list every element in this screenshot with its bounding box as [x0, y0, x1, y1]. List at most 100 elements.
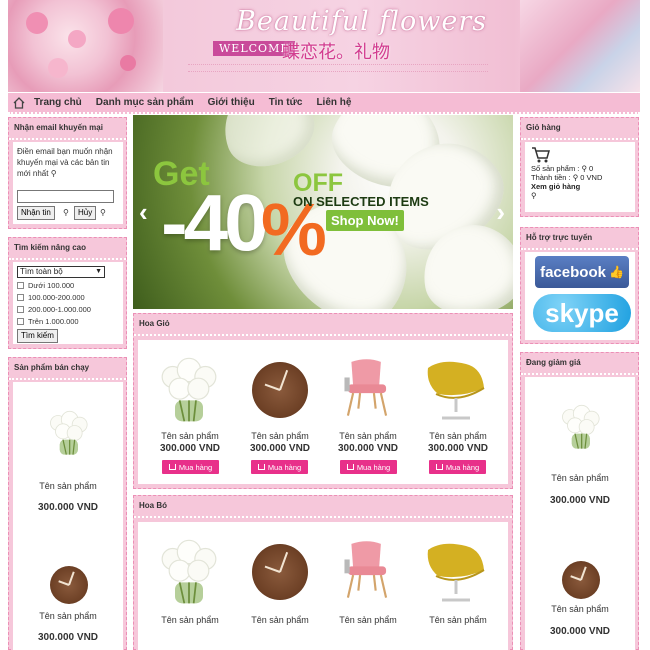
product-name[interactable]: Tên sản phẩm: [416, 615, 500, 625]
shop-now-button[interactable]: Shop Now!: [326, 210, 404, 231]
skype-button[interactable]: skype: [533, 294, 631, 332]
skype-label: skype: [545, 297, 619, 328]
nav-item-news[interactable]: Tin tức: [269, 97, 303, 108]
product-price: 300.000 VND: [249, 443, 311, 454]
support-body: facebook 👍 skype: [525, 252, 635, 340]
checkbox[interactable]: [17, 318, 24, 325]
newsletter-body: Điền email bạn muốn nhận khuyến mại và c…: [13, 142, 123, 224]
cart-total-label: Thành tiền :: [531, 173, 573, 182]
thumbs-up-icon: 👍: [608, 265, 624, 279]
product-name[interactable]: Tên sản phẩm: [416, 431, 500, 441]
newsletter-title: Nhận email khuyến mại: [9, 118, 126, 140]
buy-button[interactable]: Mua hàng: [340, 460, 397, 474]
pin-icon: ⚲: [50, 169, 57, 178]
bestsellers-title: Sản phẩm bán chạy: [9, 358, 126, 380]
cart-body: Số sản phẩm : ⚲ 0 Thành tiền : ⚲ 0 VND X…: [525, 142, 635, 212]
product-name[interactable]: Tên sản phẩm: [238, 615, 322, 625]
teacup-image: [8, 0, 163, 92]
subscribe-button[interactable]: Nhận tin: [17, 206, 55, 220]
checkbox[interactable]: [17, 282, 24, 289]
promo-selected-items: ON SELECTED ITEMS: [293, 194, 429, 209]
shopping-bag-icon: [435, 464, 443, 470]
product-image-flowers[interactable]: [154, 538, 224, 608]
product-image-yellow-chair[interactable]: [422, 354, 492, 424]
product-name[interactable]: Tên sản phẩm: [326, 615, 410, 625]
product-price: 300.000 VND: [549, 495, 611, 506]
section-title: Hoa Bó: [134, 496, 512, 518]
search-scope-value: Tìm toàn bộ: [20, 267, 63, 276]
buy-button[interactable]: Mua hàng: [429, 460, 486, 474]
home-icon[interactable]: [12, 96, 26, 110]
facebook-button[interactable]: facebook 👍: [535, 256, 629, 288]
facebook-label: facebook: [540, 263, 606, 281]
cart-icon[interactable]: [531, 146, 551, 164]
view-cart-link[interactable]: Xem giỏ hàng: [531, 182, 629, 191]
discount-title: Đang giảm giá: [521, 353, 638, 375]
nav-item-home[interactable]: Trang chủ: [34, 97, 82, 108]
product-name[interactable]: Tên sản phẩm: [326, 431, 410, 441]
header-banner: Beautiful flowers WELCOME 蝶恋花。礼物: [8, 0, 640, 92]
product-image-flowers[interactable]: [43, 404, 93, 462]
pin-icon: ⚲: [100, 208, 106, 217]
pin-icon: ⚲: [581, 164, 590, 173]
pin-icon: ⚲: [531, 191, 537, 200]
newsletter-description: Điền email bạn muốn nhận khuyến mại và c…: [17, 147, 113, 178]
bestsellers-panel: Sản phẩm bán chạy Tên sản phẩm 300.000 V…: [8, 357, 127, 650]
price-option-4[interactable]: Trên 1.000.000: [17, 317, 79, 326]
cancel-button[interactable]: Hủy: [74, 206, 97, 220]
product-image-clock[interactable]: [562, 561, 600, 599]
promo-slider[interactable]: Get -40 % OFF ON SELECTED ITEMS Shop Now…: [133, 115, 513, 309]
price-option-2[interactable]: 100.000-200.000: [17, 293, 85, 302]
section-body: Tên sản phẩm Tên sản phẩm Tên sản phẩm T…: [138, 522, 508, 650]
product-name[interactable]: Tên sản phẩm: [525, 604, 635, 614]
chevron-down-icon: ▼: [95, 268, 102, 275]
nav-item-categories[interactable]: Danh mục sản phẩm: [96, 97, 194, 108]
product-price: 300.000 VND: [427, 443, 489, 454]
support-panel: Hỗ trợ trực tuyến facebook 👍 skype: [520, 227, 639, 344]
product-image-pink-chair[interactable]: [341, 534, 393, 604]
product-image-clock[interactable]: [252, 544, 308, 600]
cart-count-value: 0: [589, 164, 594, 173]
search-button[interactable]: Tìm kiếm: [17, 329, 58, 343]
price-option-3[interactable]: 200.000-1.000.000: [17, 305, 91, 314]
shopping-bag-icon: [168, 464, 176, 470]
price-option-1[interactable]: Dưới 100.000: [17, 281, 74, 290]
bestsellers-body: Tên sản phẩm 300.000 VND Tên sản phẩm 30…: [13, 382, 123, 650]
section-hoa-bo: Hoa Bó Tên sản phẩm Tên sản phẩm Tên sản…: [133, 495, 513, 650]
nav-item-contact[interactable]: Liên hệ: [316, 97, 351, 108]
main-nav: Trang chủ Danh mục sản phẩm Giới thiệu T…: [8, 92, 640, 114]
product-price: 300.000 VND: [159, 443, 221, 454]
product-name[interactable]: Tên sản phẩm: [525, 473, 635, 483]
buy-button[interactable]: Mua hàng: [251, 460, 308, 474]
product-image-clock[interactable]: [50, 566, 88, 604]
pin-icon: ⚲: [63, 208, 69, 217]
checkbox[interactable]: [17, 294, 24, 301]
product-name[interactable]: Tên sản phẩm: [13, 481, 123, 491]
slider-next-icon[interactable]: ›: [496, 197, 505, 228]
buy-button[interactable]: Mua hàng: [162, 460, 219, 474]
product-name[interactable]: Tên sản phẩm: [148, 431, 232, 441]
product-image-flowers[interactable]: [555, 399, 605, 455]
newsletter-email-input[interactable]: [17, 190, 114, 203]
cart-count-label: Số sản phẩm :: [531, 164, 582, 173]
nav-item-about[interactable]: Giới thiệu: [208, 97, 255, 108]
product-name[interactable]: Tên sản phẩm: [13, 611, 123, 621]
gift-book-image: [520, 0, 640, 92]
product-name[interactable]: Tên sản phẩm: [238, 431, 322, 441]
product-image-yellow-chair[interactable]: [422, 536, 492, 606]
product-image-pink-chair[interactable]: [341, 352, 393, 422]
cart-total-value: 0 VND: [580, 173, 603, 182]
section-body: Tên sản phẩm 300.000 VND Mua hàng Tên sả…: [138, 340, 508, 484]
discount-panel: Đang giảm giá Tên sản phẩm 300.000 VND T…: [520, 352, 639, 650]
slider-prev-icon[interactable]: ‹: [139, 197, 148, 228]
product-image-clock[interactable]: [252, 362, 308, 418]
shopping-bag-icon: [257, 464, 265, 470]
advanced-search-panel: Tìm kiếm nâng cao Tìm toàn bộ ▼ Dưới 100…: [8, 237, 127, 349]
advanced-search-body: Tìm toàn bộ ▼ Dưới 100.000 100.000-200.0…: [13, 262, 123, 344]
search-scope-select[interactable]: Tìm toàn bộ ▼: [17, 266, 105, 278]
support-title: Hỗ trợ trực tuyến: [521, 228, 638, 250]
product-name[interactable]: Tên sản phẩm: [148, 615, 232, 625]
checkbox[interactable]: [17, 306, 24, 313]
product-image-flowers[interactable]: [154, 356, 224, 426]
advanced-search-title: Tìm kiếm nâng cao: [9, 238, 126, 260]
